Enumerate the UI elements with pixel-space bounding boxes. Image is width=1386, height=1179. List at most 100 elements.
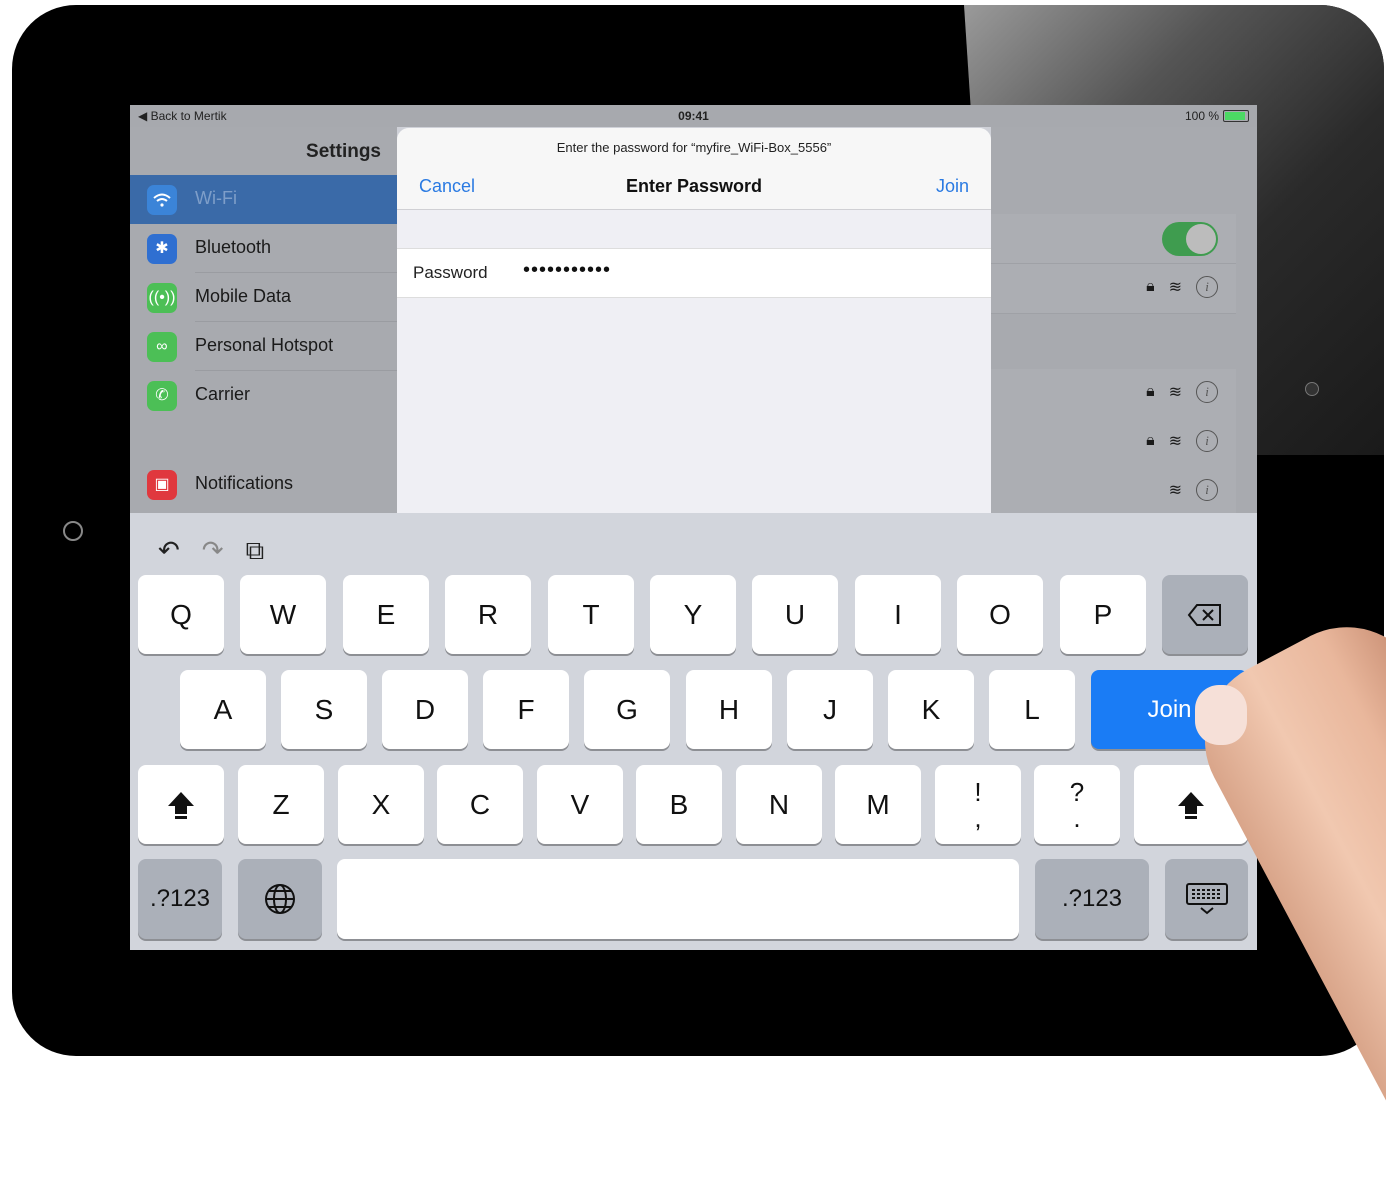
wifi-icon bbox=[147, 185, 177, 215]
dismiss-keyboard-key[interactable] bbox=[1165, 859, 1248, 939]
battery-icon bbox=[1223, 110, 1249, 122]
sidebar-title: Settings bbox=[306, 141, 381, 162]
onscreen-keyboard: ↶ ↷ ⧉ Q W E R T Y U I O P A S D F G H J … bbox=[130, 513, 1257, 950]
sidebar-item-bluetooth[interactable]: ✱ Bluetooth bbox=[130, 224, 397, 273]
notifications-icon: ▣ bbox=[147, 470, 177, 500]
key-b[interactable]: B bbox=[636, 765, 722, 844]
key-exclamation-comma[interactable]: !, bbox=[935, 765, 1021, 844]
undo-icon[interactable]: ↶ bbox=[158, 535, 180, 567]
lock-icon: 🔒︎ bbox=[1146, 383, 1155, 400]
key-q[interactable]: Q bbox=[138, 575, 224, 654]
battery-percent: 100 % bbox=[1184, 109, 1219, 123]
antenna-icon: ((•)) bbox=[147, 283, 177, 313]
shift-icon bbox=[168, 791, 194, 819]
info-icon[interactable]: i bbox=[1196, 381, 1218, 403]
globe-icon bbox=[265, 884, 295, 914]
network-row[interactable]: ≋ i bbox=[991, 467, 1236, 517]
status-time: 09:41 bbox=[678, 109, 709, 123]
key-p[interactable]: P bbox=[1060, 575, 1146, 654]
wifi-signal-icon: ≋ bbox=[1168, 279, 1182, 296]
key-g[interactable]: G bbox=[584, 670, 670, 749]
dialog-prompt: Enter the password for “myfire_WiFi-Box_… bbox=[556, 140, 832, 155]
bluetooth-icon: ✱ bbox=[147, 234, 177, 264]
battery-status: 100 % bbox=[1185, 109, 1249, 123]
redo-icon[interactable]: ↷ bbox=[202, 535, 224, 567]
space-bar[interactable] bbox=[337, 859, 1019, 939]
settings-sidebar: Settings Wi-Fi ✱ Bluetooth ((•)) Mobile … bbox=[130, 127, 397, 513]
key-n[interactable]: N bbox=[736, 765, 822, 844]
key-o[interactable]: O bbox=[957, 575, 1043, 654]
sidebar-item-label: Notifications bbox=[195, 473, 294, 493]
key-top-glyph: ! bbox=[974, 776, 982, 807]
key-l[interactable]: L bbox=[989, 670, 1075, 749]
key-h[interactable]: H bbox=[686, 670, 772, 749]
network-row[interactable]: 🔒︎ ≋ i bbox=[991, 418, 1236, 468]
home-button[interactable] bbox=[63, 521, 83, 541]
shortcut-bar: ↶ ↷ ⧉ bbox=[158, 535, 264, 567]
key-c[interactable]: C bbox=[437, 765, 523, 844]
sidebar-item-notifications[interactable]: ▣ Notifications bbox=[130, 460, 397, 509]
password-input[interactable]: ••••••••••• bbox=[523, 259, 611, 282]
wifi-signal-icon: ≋ bbox=[1168, 433, 1182, 450]
info-icon[interactable]: i bbox=[1196, 430, 1218, 452]
keyboard-dismiss-icon bbox=[1185, 883, 1228, 915]
dialog-header: Enter the password for “myfire_WiFi-Box_… bbox=[397, 128, 991, 210]
key-bottom-glyph: , bbox=[974, 802, 982, 833]
key-v[interactable]: V bbox=[537, 765, 623, 844]
key-y[interactable]: Y bbox=[650, 575, 736, 654]
ipad-screen: ◀ Back to Mertik 09:41 100 % Settings Wi… bbox=[130, 105, 1257, 950]
key-i[interactable]: I bbox=[855, 575, 941, 654]
key-r[interactable]: R bbox=[445, 575, 531, 654]
sidebar-item-label: Carrier bbox=[195, 384, 251, 404]
status-bar: ◀ Back to Mertik 09:41 100 % bbox=[130, 105, 1257, 127]
globe-key[interactable] bbox=[238, 859, 322, 939]
sidebar-item-mobile-data[interactable]: ((•)) Mobile Data bbox=[130, 273, 397, 322]
backspace-icon bbox=[1187, 603, 1221, 626]
key-u[interactable]: U bbox=[752, 575, 838, 654]
key-z[interactable]: Z bbox=[238, 765, 324, 844]
battery-level bbox=[1225, 112, 1245, 120]
sidebar-item-label: Mobile Data bbox=[195, 286, 292, 306]
key-d[interactable]: D bbox=[382, 670, 468, 749]
network-row[interactable]: 🔒︎ ≋ i bbox=[991, 369, 1236, 419]
password-row[interactable]: Password ••••••••••• bbox=[397, 248, 991, 298]
toggle-knob bbox=[1186, 224, 1216, 254]
sidebar-item-label: Wi-Fi bbox=[195, 188, 237, 208]
key-bottom-glyph: . bbox=[1073, 802, 1081, 833]
key-t[interactable]: T bbox=[548, 575, 634, 654]
info-icon[interactable]: i bbox=[1196, 276, 1218, 298]
key-s[interactable]: S bbox=[281, 670, 367, 749]
shift-key-left[interactable] bbox=[138, 765, 224, 844]
sidebar-item-label: Personal Hotspot bbox=[195, 335, 334, 355]
key-x[interactable]: X bbox=[338, 765, 424, 844]
lock-icon: 🔒︎ bbox=[1146, 278, 1155, 295]
sidebar-item-personal-hotspot[interactable]: ∞ Personal Hotspot bbox=[130, 322, 397, 371]
numbers-key-right[interactable]: .?123 bbox=[1035, 859, 1149, 939]
sidebar-item-carrier[interactable]: ✆ Carrier bbox=[130, 371, 397, 420]
backspace-key[interactable] bbox=[1162, 575, 1248, 654]
wifi-toggle[interactable] bbox=[1162, 222, 1218, 256]
key-k[interactable]: K bbox=[888, 670, 974, 749]
join-button[interactable]: Join bbox=[936, 176, 969, 197]
wifi-network-list: 🔒︎ ≋ i 🔒︎ ≋ i 🔒︎ ≋ i ≋ i bbox=[991, 127, 1257, 517]
hotspot-icon: ∞ bbox=[147, 332, 177, 362]
network-row[interactable]: 🔒︎ ≋ i bbox=[991, 264, 1236, 314]
key-m[interactable]: M bbox=[835, 765, 921, 844]
phone-icon: ✆ bbox=[147, 381, 177, 411]
key-j[interactable]: J bbox=[787, 670, 873, 749]
sidebar-item-label: Bluetooth bbox=[195, 237, 272, 257]
info-icon[interactable]: i bbox=[1196, 479, 1218, 501]
password-label: Password bbox=[413, 263, 488, 282]
key-a[interactable]: A bbox=[180, 670, 266, 749]
key-e[interactable]: E bbox=[343, 575, 429, 654]
numbers-key-left[interactable]: .?123 bbox=[138, 859, 222, 939]
key-w[interactable]: W bbox=[240, 575, 326, 654]
key-f[interactable]: F bbox=[483, 670, 569, 749]
lock-icon: 🔒︎ bbox=[1146, 432, 1155, 449]
enter-password-dialog: Enter the password for “myfire_WiFi-Box_… bbox=[397, 128, 991, 514]
key-question-period[interactable]: ?. bbox=[1034, 765, 1120, 844]
key-top-glyph: ? bbox=[1069, 776, 1085, 807]
wifi-signal-icon: ≋ bbox=[1168, 482, 1182, 499]
sidebar-item-wifi[interactable]: Wi-Fi bbox=[130, 175, 397, 224]
paste-icon[interactable]: ⧉ bbox=[246, 535, 265, 567]
